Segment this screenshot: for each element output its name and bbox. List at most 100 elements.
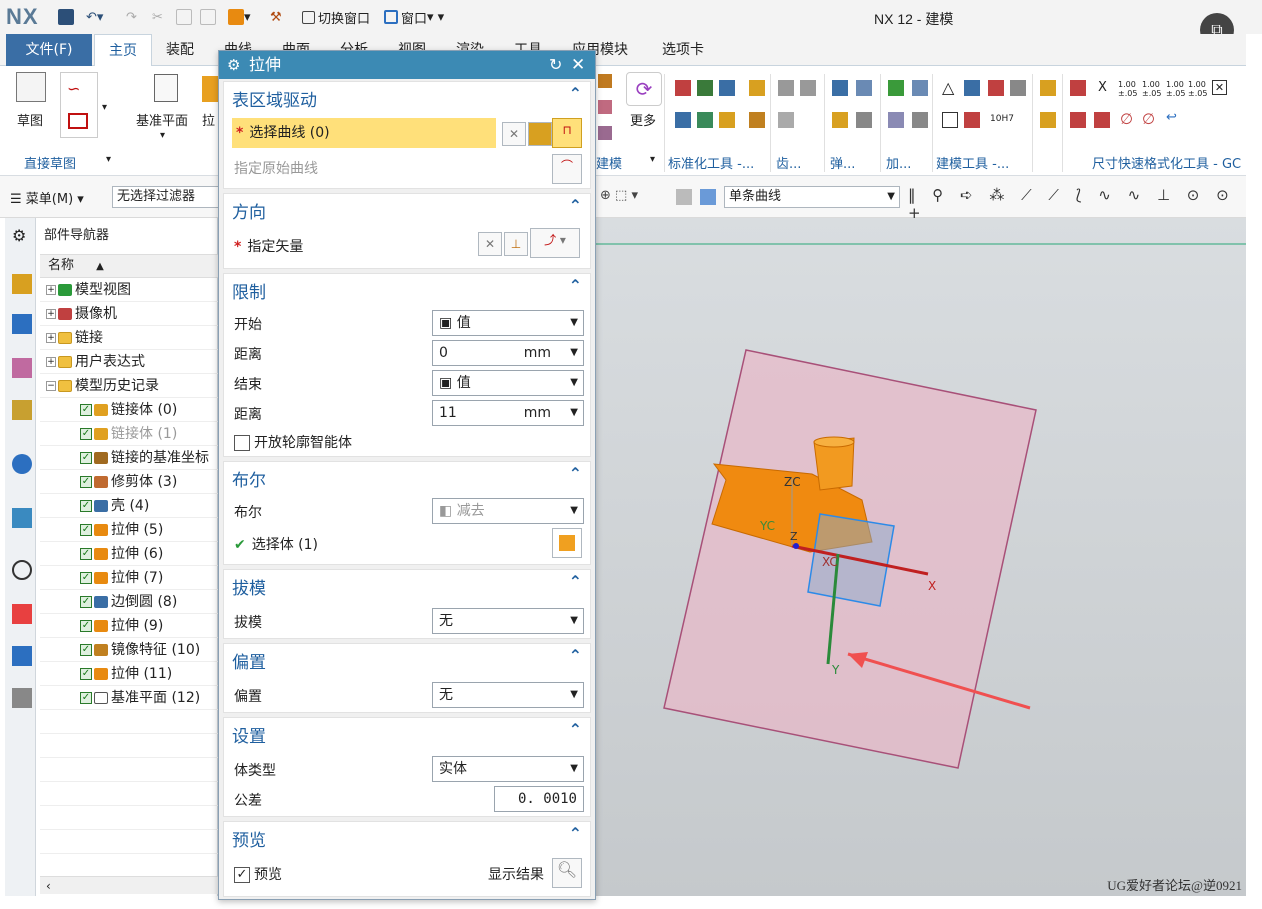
tab-file[interactable]: 文件(F): [6, 34, 92, 66]
tree-row[interactable]: ✓ 拉伸 (6): [40, 542, 218, 566]
redo-icon[interactable]: ↷: [126, 8, 137, 26]
gear-icon[interactable]: ⚙: [227, 51, 240, 79]
dim-format-icon[interactable]: 1.00 ±.05: [1142, 80, 1162, 98]
tree-row[interactable]: ✓ 链接体 (1): [40, 422, 218, 446]
group-dropdown-icon[interactable]: ▾: [650, 154, 655, 165]
machining-tool-icon[interactable]: [888, 80, 904, 96]
datum-plane-icon[interactable]: [154, 74, 178, 102]
gc-tool-icon[interactable]: [1040, 80, 1056, 96]
undo-format-icon[interactable]: ↩: [1166, 110, 1177, 125]
dim-format-icon[interactable]: 1.00 ±.05: [1118, 80, 1138, 98]
checkbox-checked-icon[interactable]: ✓: [80, 644, 92, 656]
type-filter-dropdown[interactable]: 无选择过滤器: [112, 186, 222, 208]
collapse-icon[interactable]: ⌃: [569, 84, 582, 103]
expand-icon[interactable]: +: [46, 309, 56, 319]
std-tool-icon[interactable]: [675, 112, 691, 128]
sketch-section-icon[interactable]: [528, 122, 552, 146]
paste-icon[interactable]: [200, 8, 216, 26]
tree-row[interactable]: + 模型视图: [40, 278, 218, 302]
modeling-tool-icon[interactable]: [942, 112, 958, 128]
hd3d-icon[interactable]: [12, 454, 32, 474]
triangle-icon[interactable]: △: [942, 78, 954, 97]
expand-icon[interactable]: +: [46, 357, 56, 367]
sketch-button[interactable]: 草图: [17, 110, 43, 129]
tree-row[interactable]: + 摄像机: [40, 302, 218, 326]
start-dropdown[interactable]: ▣ 值 ▼: [432, 310, 584, 336]
draft-dropdown[interactable]: 无 ▼: [432, 608, 584, 634]
machining-tool-icon[interactable]: [912, 80, 928, 96]
reverse-direction-icon[interactable]: ✕: [478, 232, 502, 256]
dimension-tool-icon[interactable]: [1094, 112, 1110, 128]
vector-dialog-icon[interactable]: ⊥: [504, 232, 528, 256]
palette-icon[interactable]: [12, 604, 32, 624]
close-icon[interactable]: ✕: [571, 51, 585, 79]
reset-icon[interactable]: ↻: [549, 51, 562, 79]
web-browser-icon[interactable]: [12, 508, 32, 528]
boolean-dropdown[interactable]: ◧ 减去 ▼: [432, 498, 584, 524]
std-tool-icon[interactable]: [675, 80, 691, 96]
chevron-left-icon[interactable]: ‹: [46, 879, 51, 893]
deselect-icon[interactable]: ✕: [502, 122, 526, 146]
spring-tool-icon[interactable]: [832, 112, 848, 128]
name-column-header[interactable]: 名称 ▲: [40, 254, 218, 278]
dim-format-icon[interactable]: 1.00 ±.05: [1188, 80, 1208, 98]
cut-icon[interactable]: ✂: [152, 8, 163, 26]
tree-row[interactable]: ✓ 基准平面 (12): [40, 686, 218, 710]
expand-icon[interactable]: +: [46, 285, 56, 295]
tree-row[interactable]: ✓ 拉伸 (11): [40, 662, 218, 686]
specify-vector-field[interactable]: * 指定矢量: [234, 236, 303, 256]
curve-select-icon[interactable]: ⊓: [552, 118, 582, 148]
tree-row[interactable]: ✓ 拉伸 (7): [40, 566, 218, 590]
tree-row[interactable]: ✓ 壳 (4): [40, 494, 218, 518]
dimension-tool-icon[interactable]: [1070, 112, 1086, 128]
tree-row[interactable]: ✓ 修剪体 (3): [40, 470, 218, 494]
checkbox-checked-icon[interactable]: ✓: [80, 596, 92, 608]
curve-rule-dropdown[interactable]: 单条曲线 ▼: [724, 186, 900, 208]
end-dropdown[interactable]: ▣ 值 ▼: [432, 370, 584, 396]
dimension-tool-icon[interactable]: [1070, 80, 1086, 96]
tree-row[interactable]: − 模型历史记录: [40, 374, 218, 398]
roles-icon[interactable]: [12, 688, 32, 708]
gallery-arrow-icon[interactable]: ▾: [102, 102, 107, 113]
checkbox-checked-icon[interactable]: ✓: [80, 620, 92, 632]
extrude-button[interactable]: 拉: [202, 110, 215, 129]
vector-type-dropdown[interactable]: ⤴ ▾: [530, 228, 580, 258]
tolerance-input[interactable]: 0. 0010: [494, 786, 584, 812]
feature-icon[interactable]: [598, 100, 612, 114]
collapse-icon[interactable]: ⌃: [569, 276, 582, 295]
more-button[interactable]: 更多: [630, 110, 656, 129]
select-feature-icon[interactable]: [676, 189, 692, 205]
checkbox-checked-icon[interactable]: ✓: [80, 404, 92, 416]
no-symbol-icon[interactable]: ∅: [1120, 110, 1133, 128]
reuse-library-icon[interactable]: [12, 400, 32, 420]
process-studio-icon[interactable]: [12, 646, 32, 666]
checkbox-checked-icon[interactable]: ✓: [80, 548, 92, 560]
offset-dropdown[interactable]: 无 ▼: [432, 682, 584, 708]
tree-row[interactable]: ✓ 链接体 (0): [40, 398, 218, 422]
modeling-tool-icon[interactable]: [964, 112, 980, 128]
checkbox-checked-icon[interactable]: ✓: [80, 668, 92, 680]
collapse-icon[interactable]: −: [46, 381, 56, 391]
gear-icon[interactable]: ⚙: [12, 226, 32, 246]
std-tool-icon[interactable]: [749, 80, 765, 96]
checkbox-checked-icon[interactable]: ✓: [80, 452, 92, 464]
checkbox-checked-icon[interactable]: ✓: [80, 500, 92, 512]
gear-tool-icon[interactable]: [778, 112, 794, 128]
sync-icon[interactable]: ⟳: [626, 72, 662, 106]
undo-icon[interactable]: ↶▾: [86, 8, 103, 26]
checkbox-checked-icon[interactable]: ✓: [80, 476, 92, 488]
open-profile-checkbox[interactable]: 开放轮廓智能体: [234, 432, 352, 452]
fit-tolerance-icon[interactable]: 10H7: [990, 114, 1014, 124]
collapse-icon[interactable]: ⌃: [569, 464, 582, 483]
checkbox-checked-icon[interactable]: ✓: [80, 572, 92, 584]
collapse-icon[interactable]: ⌃: [569, 824, 582, 843]
tree-row[interactable]: ✓ 拉伸 (9): [40, 614, 218, 638]
checkbox-checked-icon[interactable]: ✓: [80, 692, 92, 704]
save-icon[interactable]: [58, 8, 74, 26]
datum-plane-button[interactable]: 基准平面: [136, 110, 188, 129]
checkbox-icon[interactable]: [234, 435, 250, 451]
group-dropdown-icon[interactable]: ▾: [106, 154, 111, 165]
checkbox-checked-icon[interactable]: ✓: [234, 867, 250, 883]
body-type-dropdown[interactable]: 实体 ▼: [432, 756, 584, 782]
tab-options[interactable]: 选项卡: [662, 34, 704, 66]
